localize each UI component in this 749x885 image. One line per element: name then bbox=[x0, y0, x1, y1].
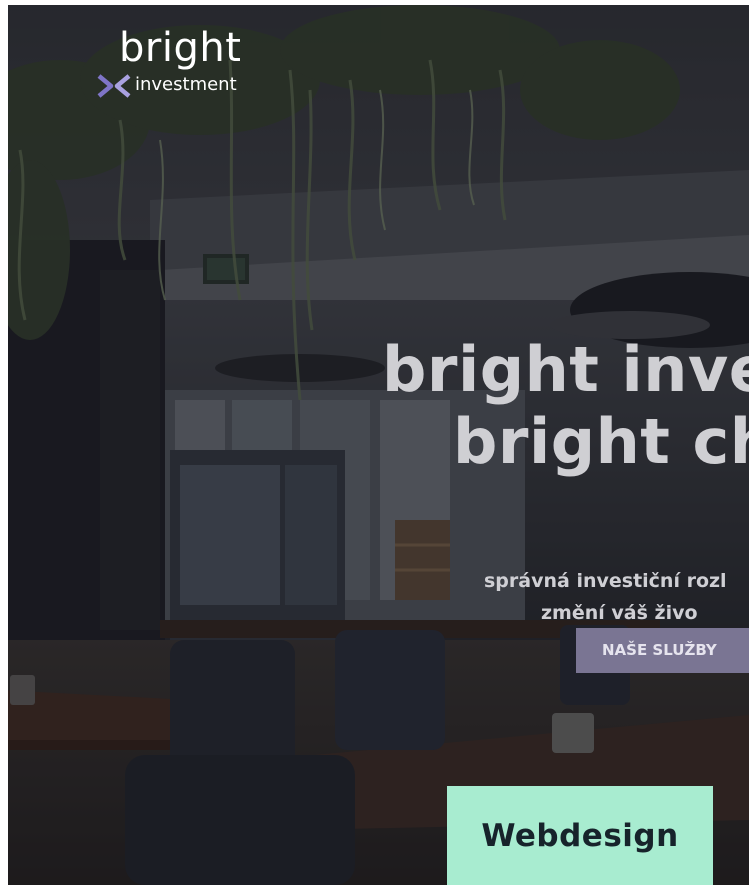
hero-section: bright investment bright inves bright ch… bbox=[0, 0, 749, 885]
logo-wordmark: bright bbox=[119, 25, 242, 71]
hero-headline: bright inves bright cho bbox=[382, 334, 749, 478]
our-services-button[interactable]: NAŠE SLUŽBY bbox=[576, 628, 749, 673]
hero-subline: správná investiční rozl změní váš živo bbox=[484, 565, 749, 629]
logo-chevrons-icon bbox=[97, 74, 131, 98]
hero-subline-line-1: správná investiční rozl bbox=[484, 570, 727, 592]
frame-edge-top bbox=[0, 0, 749, 5]
hero-headline-line-2: bright cho bbox=[453, 405, 749, 478]
brand-logo[interactable]: bright investment bbox=[97, 26, 257, 106]
webdesign-tag: Webdesign bbox=[447, 786, 713, 885]
hero-headline-line-1: bright inves bbox=[382, 334, 749, 406]
hero-subline-line-2: změní váš živo bbox=[541, 602, 698, 624]
frame-edge-left bbox=[0, 0, 8, 885]
logo-subtitle: investment bbox=[135, 74, 237, 95]
